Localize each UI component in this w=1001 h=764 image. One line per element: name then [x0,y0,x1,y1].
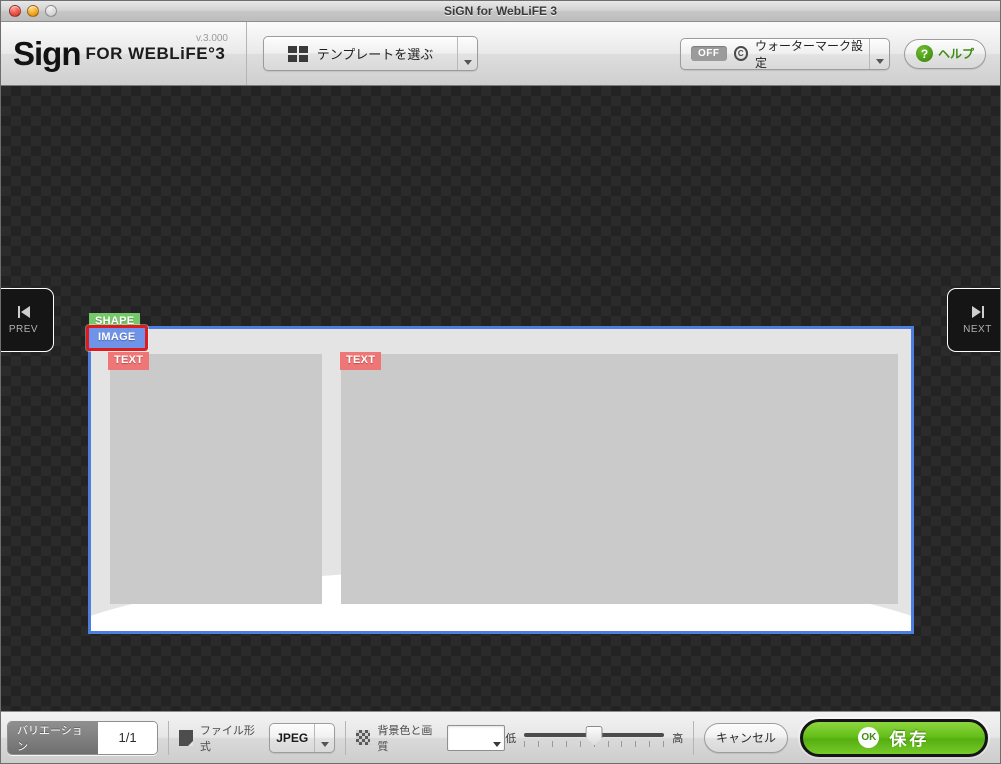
minimize-button[interactable] [27,5,39,17]
choose-template-content: テンプレートを選ぶ [264,44,457,63]
object-tag-image-selected[interactable]: IMAGE [86,325,148,351]
choose-template-button[interactable]: テンプレートを選ぶ [263,36,478,71]
question-icon: ? [915,45,933,62]
app-branding: Sign FOR WEBLiFE°3 v.3.000 [1,22,247,85]
window-controls [9,5,57,17]
file-format-dropdown[interactable] [314,723,334,752]
quality-low-label: 低 [505,732,517,745]
quality-slider[interactable] [524,725,665,751]
checker-icon [356,730,371,745]
chevron-down-icon [320,741,329,747]
variation-label: バリエーション [8,721,99,754]
watermark-label: ウォーターマーク設定 [754,38,863,70]
divider [693,720,695,755]
background-label: 背景色と画質 [377,724,433,753]
next-label: NEXT [963,323,992,335]
choose-template-label: テンプレートを選ぶ [316,47,434,62]
file-format-value: JPEG [276,730,309,745]
prev-label: PREV [8,323,39,335]
variation-value[interactable]: 1/1 [98,721,157,754]
application-window: SiGN for WebLiFE 3 Sign FOR WEBLiFE°3 v.… [0,0,1001,764]
window-title: SiGN for WebLiFE 3 [443,4,558,18]
watermark-dropdown[interactable] [869,38,889,69]
watermark-state-badge: OFF [691,46,727,61]
watermark-content: OFF C ウォーターマーク設定 [681,37,869,71]
background-color-group: 背景色と画質 [356,722,506,754]
help-button[interactable]: ? ヘルプ [904,38,986,69]
chevron-down-icon [875,58,884,64]
zoom-button[interactable] [45,5,57,17]
copyright-icon: C [733,46,748,61]
cancel-button[interactable]: キャンセル [704,722,788,753]
variation-control[interactable]: バリエーション 1/1 [7,720,158,755]
app-logo-subtitle: FOR WEBLiFE°3 [85,44,226,63]
chevron-down-icon [463,60,472,65]
image-placeholder-left[interactable] [110,354,322,604]
file-format-label: ファイル形式 [199,724,255,753]
title-bar: SiGN for WebLiFE 3 [1,1,1000,22]
file-format-select[interactable]: JPEG [269,722,336,753]
next-slide-button[interactable]: NEXT [947,288,1000,352]
object-tag-text-1[interactable]: TEXT [108,352,150,370]
artboard[interactable] [88,326,914,634]
divider [345,720,347,755]
file-icon [178,729,194,746]
prev-slide-button[interactable]: PREV [1,288,54,352]
text-placeholder-right[interactable] [341,354,898,604]
watermark-settings-button[interactable]: OFF C ウォーターマーク設定 [680,37,890,71]
top-toolbar: Sign FOR WEBLiFE°3 v.3.000 テンプレートを選ぶ OFF… [1,22,1000,86]
help-label: ヘルプ [937,47,974,61]
save-label: 保存 [889,730,930,749]
background-color-swatch[interactable] [446,724,506,751]
quality-slider-group: 低 高 [505,725,683,751]
editor-canvas[interactable]: PREV NEXT SHAPE IMAGE TEXT TEXT [1,86,1000,711]
file-format-value-wrap: JPEG [270,731,314,745]
save-button[interactable]: OK 保存 [799,718,989,757]
object-tag-text-2[interactable]: TEXT [340,352,382,370]
skip-forward-icon [971,305,984,318]
divider [167,720,169,755]
app-version: v.3.000 [195,33,228,44]
app-logo: Sign [13,35,81,72]
ok-badge-icon: OK [858,727,880,748]
skip-back-icon [17,305,30,318]
bottom-toolbar: バリエーション 1/1 ファイル形式 JPEG 背景色と画質 低 高 キャンセル… [1,711,1000,763]
close-button[interactable] [9,5,21,17]
grid-icon [287,45,308,62]
choose-template-dropdown[interactable] [457,37,477,70]
quality-high-label: 高 [672,732,684,745]
file-format-group: ファイル形式 JPEG [178,722,336,754]
